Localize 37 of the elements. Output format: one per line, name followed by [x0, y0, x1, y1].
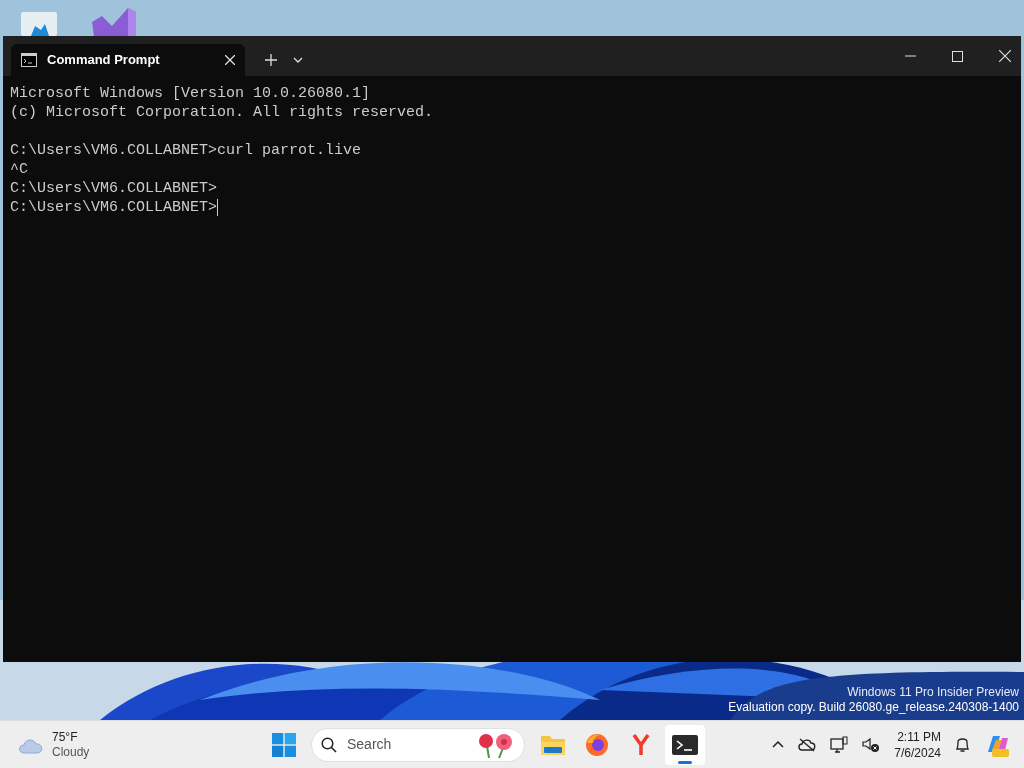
close-icon[interactable] — [999, 50, 1011, 62]
roses-icon — [477, 731, 515, 758]
terminal-icon — [672, 734, 698, 755]
close-tab-icon[interactable] — [225, 55, 235, 65]
search-icon — [321, 736, 337, 753]
folder-icon — [540, 733, 566, 756]
terminal-line: (c) Microsoft Corporation. All rights reserved. — [10, 103, 434, 122]
search-box[interactable]: Search — [311, 727, 525, 762]
cmd-icon — [21, 53, 37, 67]
weather-condition: Cloudy — [52, 744, 90, 760]
active-indicator — [678, 760, 692, 764]
text-cursor — [217, 199, 219, 216]
dropdown-icon[interactable] — [293, 57, 303, 63]
cloud-off-icon[interactable] — [798, 737, 817, 752]
letter-y-icon — [632, 733, 650, 756]
terminal-line: C:\Users\VM6.COLLABNET>curl parrot.live — [10, 141, 362, 160]
watermark-text: Windows 11 Pro Insider Preview — [847, 685, 1019, 700]
watermark-text: Evaluation copy. Build 26080.ge_release.240308-1400 — [728, 700, 1019, 715]
terminal-line: ^C — [10, 160, 28, 179]
temperature: 75°F — [52, 729, 79, 745]
new-tab-icon[interactable] — [265, 54, 277, 66]
terminal-line: Microsoft Windows [Version 10.0.26080.1] — [10, 84, 371, 103]
taskbar-app-button[interactable] — [665, 724, 705, 765]
terminal-tab[interactable]: Command Prompt — [11, 44, 245, 76]
network-icon[interactable] — [830, 735, 849, 754]
clock-time[interactable]: 2:11 PM — [897, 728, 941, 745]
clock-date[interactable]: 7/6/2024 — [894, 744, 941, 761]
terminal-line: C:\Users\VM6.COLLABNET> — [10, 198, 218, 217]
terminal-line: C:\Users\VM6.COLLABNET> — [10, 179, 218, 198]
maximize-icon[interactable] — [952, 50, 963, 62]
search-input[interactable]: Search — [347, 734, 467, 755]
tab-title: Command Prompt — [47, 51, 161, 70]
speaker-muted-icon[interactable] — [862, 736, 881, 753]
start-icon[interactable] — [272, 732, 296, 757]
chevron-up-icon[interactable] — [772, 741, 785, 748]
firefox-icon — [585, 732, 609, 757]
bell-icon[interactable] — [955, 736, 970, 753]
